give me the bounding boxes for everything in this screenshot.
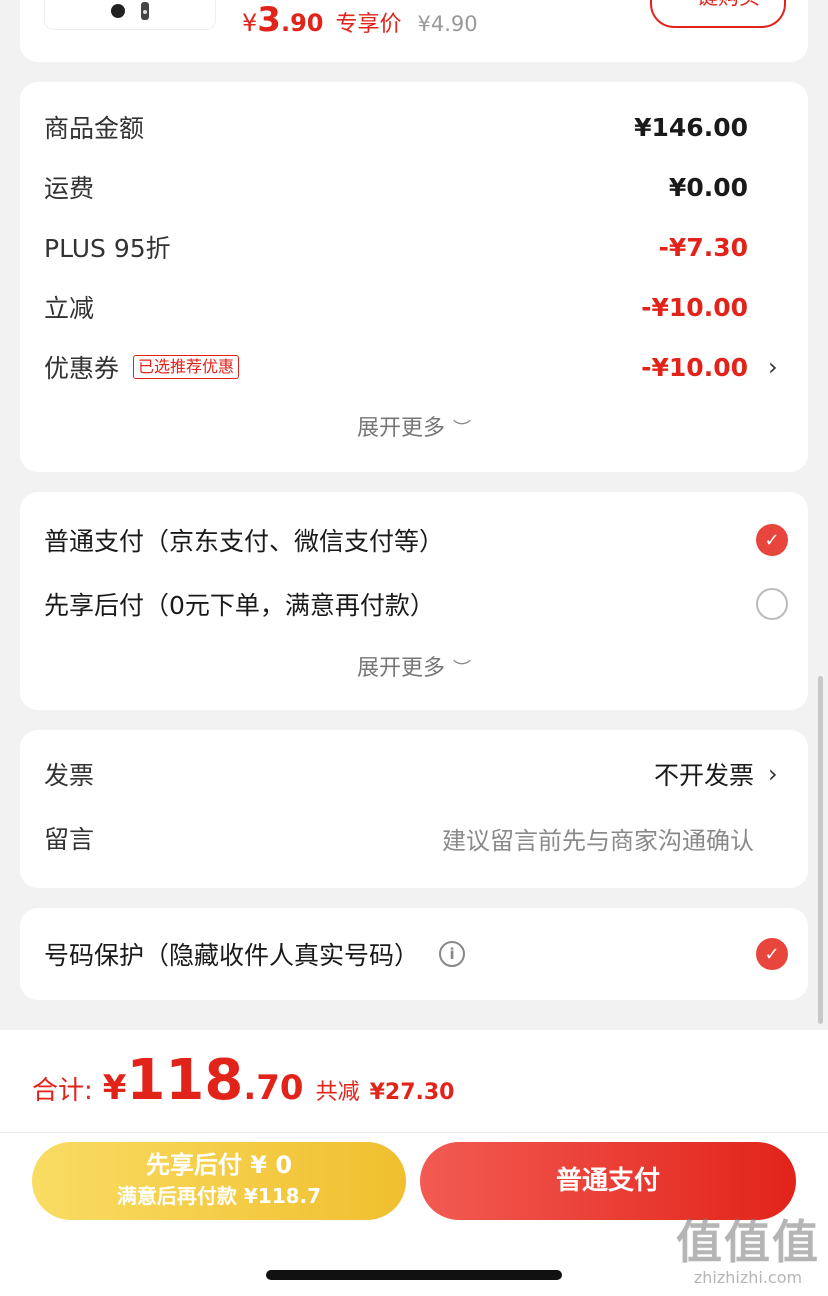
product-thumbnail[interactable] (44, 0, 216, 30)
one-click-buy-button[interactable]: 一键购买 (650, 0, 786, 28)
payment-method-card: 普通支付（京东支付、微信支付等） ✓ 先享后付（0元下单，满意再付款） 展开更多… (20, 492, 808, 710)
summary-row-coupon[interactable]: 优惠券 已选推荐优惠 -¥10.00 (44, 347, 748, 387)
summary-value: ¥0.00 (668, 172, 748, 202)
invoice-value: 不开发票 (653, 761, 754, 790)
chevron-down-icon: ︶ (453, 419, 471, 440)
number-protection-label: 号码保护（隐藏收件人真实号码） (44, 941, 420, 970)
message-label: 留言 (44, 825, 95, 854)
summary-value: -¥7.30 (658, 232, 748, 262)
summary-value: ¥146.00 (634, 112, 748, 142)
summary-label: 立减 (44, 294, 95, 323)
payment-option-pay-later[interactable]: 先享后付（0元下单，满意再付款） (44, 582, 788, 626)
message-row[interactable]: 留言 建议留言前先与商家沟通确认 (44, 816, 754, 860)
price-summary-card: 商品金额 ¥146.00 运费 ¥0.00 PLUS 95折 -¥7.30 立减… (20, 82, 808, 472)
invoice-label: 发票 (44, 761, 95, 790)
expand-label: 展开更多 (356, 416, 445, 441)
summary-value: -¥10.00 (641, 352, 748, 382)
pay-later-line2: 满意后再付款 ¥118.7 (116, 1184, 322, 1208)
payment-option-label: 先享后付（0元下单，满意再付款） (44, 591, 435, 620)
product-card: ¥ 3 .90 专享价 ¥4.90 一键购买 (20, 0, 808, 62)
chevron-right-icon[interactable]: › (768, 754, 782, 794)
invoice-row[interactable]: 发票 不开发票 (44, 752, 754, 796)
checked-circle-icon[interactable]: ✓ (756, 938, 788, 970)
price-currency: ¥ (242, 9, 258, 37)
total-savings-value: ¥27.30 (369, 1080, 455, 1105)
total-integer: 118 (126, 1048, 244, 1113)
summary-row-shipping: 运费 ¥0.00 (44, 167, 748, 207)
info-icon[interactable]: i (439, 941, 466, 967)
summary-label: 优惠券 (44, 354, 120, 383)
number-protection-card: 号码保护（隐藏收件人真实号码） i ✓ (20, 908, 808, 1000)
home-indicator[interactable] (266, 1270, 562, 1280)
order-confirm-page: ¥ 3 .90 专享价 ¥4.90 一键购买 商品金额 ¥146.00 运费 ¥… (0, 0, 828, 1296)
product-price: ¥ 3 .90 专享价 ¥4.90 (242, 0, 478, 40)
expand-more-summary[interactable]: 展开更多 ︶ (20, 410, 808, 442)
scrollbar[interactable] (818, 676, 823, 1024)
expand-more-payment[interactable]: 展开更多 ︶ (20, 650, 808, 682)
summary-row-instant-discount: 立减 -¥10.00 (44, 287, 748, 327)
divider (0, 1132, 828, 1133)
checkout-bar: 合计: ¥ 118 .70 共减 ¥27.30 先享后付 ¥ 0 满意后再付款 … (0, 1030, 828, 1296)
checked-circle-icon[interactable]: ✓ (756, 524, 788, 556)
pay-later-line1: 先享后付 ¥ 0 (145, 1151, 293, 1179)
total-decimal: .70 (243, 1068, 304, 1108)
number-protection-row[interactable]: 号码保护（隐藏收件人真实号码） i ✓ (44, 932, 788, 976)
coupon-badge: 已选推荐优惠 (133, 355, 240, 379)
invoice-card: 发票 不开发票 › 留言 建议留言前先与商家沟通确认 (20, 730, 808, 888)
summary-label: 运费 (44, 174, 95, 203)
expand-label: 展开更多 (356, 656, 445, 681)
total-label: 合计: (32, 1076, 93, 1106)
original-price: ¥4.90 (417, 12, 478, 36)
summary-row-goods-amount: 商品金额 ¥146.00 (44, 107, 748, 147)
exclusive-price-tag: 专享价 (335, 12, 402, 37)
payment-option-label: 普通支付（京东支付、微信支付等） (44, 527, 445, 556)
total-savings-label: 共减 (315, 1080, 360, 1105)
normal-pay-button[interactable]: 普通支付 (420, 1142, 796, 1220)
watermark-site: zhizhizhi.com (693, 1268, 803, 1287)
watermark: 值值值 zhizhizhi.com (676, 1216, 820, 1288)
message-input[interactable]: 建议留言前先与商家沟通确认 (442, 821, 754, 856)
payment-option-normal[interactable]: 普通支付（京东支付、微信支付等） ✓ (44, 518, 788, 562)
summary-label: 商品金额 (44, 114, 145, 143)
total-currency: ¥ (102, 1068, 127, 1108)
watermark-logo: 值值值 (676, 1215, 820, 1269)
summary-label: PLUS 95折 (44, 234, 171, 263)
chevron-right-icon[interactable]: › (768, 347, 782, 387)
chevron-down-icon: ︶ (453, 659, 471, 680)
summary-value: -¥10.00 (641, 292, 748, 322)
pay-later-button[interactable]: 先享后付 ¥ 0 满意后再付款 ¥118.7 (32, 1142, 406, 1220)
summary-row-plus-discount: PLUS 95折 -¥7.30 (44, 227, 748, 267)
price-decimal: .90 (280, 9, 324, 37)
total-price: 合计: ¥ 118 .70 共减 ¥27.30 (32, 1048, 455, 1128)
price-integer: 3 (257, 0, 281, 40)
unchecked-circle-icon[interactable] (756, 588, 788, 620)
